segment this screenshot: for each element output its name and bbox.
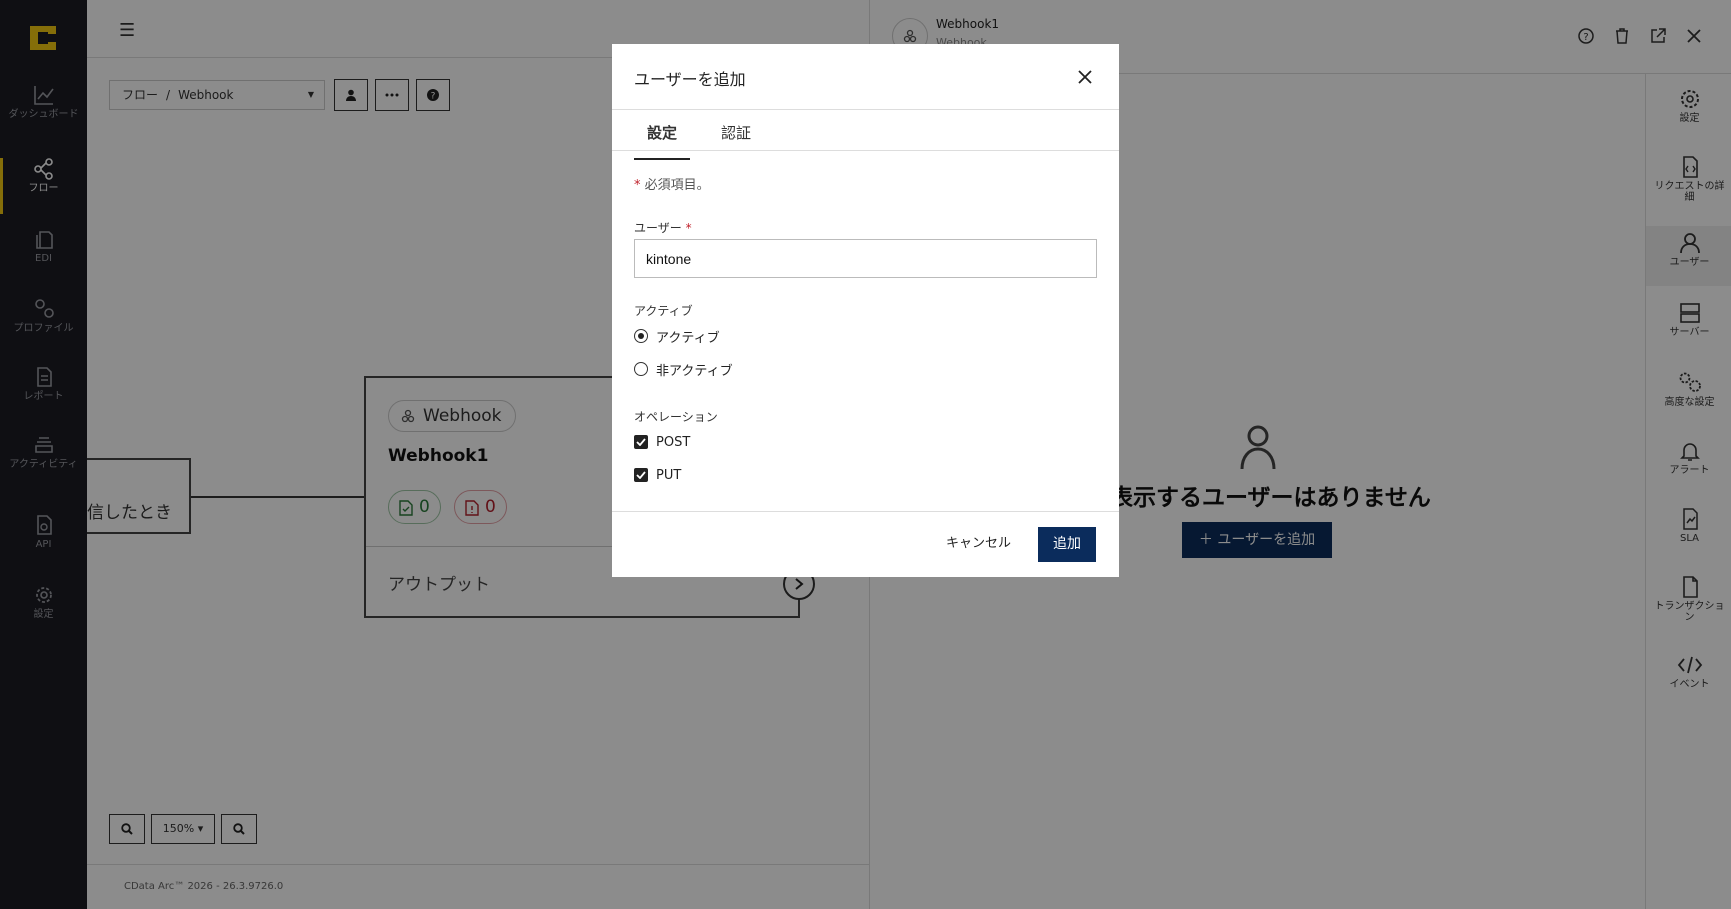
dialog-divider <box>612 109 1119 110</box>
required-note-text: 必須項目。 <box>644 178 710 193</box>
radio-label: 非アクティブ <box>656 363 733 379</box>
tab-settings[interactable]: 設定 <box>634 120 690 160</box>
checkbox-post[interactable]: POST <box>634 432 690 452</box>
submit-button[interactable]: 追加 <box>1038 527 1096 562</box>
active-field-label: アクティブ <box>634 304 693 318</box>
dialog-title: ユーザーを追加 <box>634 70 746 89</box>
footer-divider <box>612 511 1119 512</box>
close-icon[interactable] <box>1072 64 1098 90</box>
radio-active[interactable]: アクティブ <box>634 326 720 346</box>
cancel-button[interactable]: キャンセル <box>946 532 1011 551</box>
checkbox-checked-icon <box>634 468 648 482</box>
checkbox-label: POST <box>656 434 691 450</box>
checkbox-put[interactable]: PUT <box>634 465 681 485</box>
checkbox-label: PUT <box>656 467 682 483</box>
checkbox-checked-icon <box>634 435 648 449</box>
required-note: * 必須項目。 <box>634 178 710 193</box>
user-input[interactable] <box>634 239 1097 278</box>
user-field-label: ユーザー * <box>634 221 692 235</box>
radio-checked-icon <box>634 329 648 343</box>
radio-label: アクティブ <box>656 330 720 346</box>
add-user-dialog: ユーザーを追加 設定 認証 * 必須項目。 ユーザー * アクティブ アクティブ… <box>612 44 1119 577</box>
tab-divider <box>612 150 1119 151</box>
radio-unchecked-icon <box>634 362 648 376</box>
tab-auth[interactable]: 認証 <box>714 120 758 160</box>
radio-inactive[interactable]: 非アクティブ <box>634 359 733 379</box>
operations-field-label: オペレーション <box>634 410 718 424</box>
user-label-text: ユーザー <box>634 221 682 235</box>
